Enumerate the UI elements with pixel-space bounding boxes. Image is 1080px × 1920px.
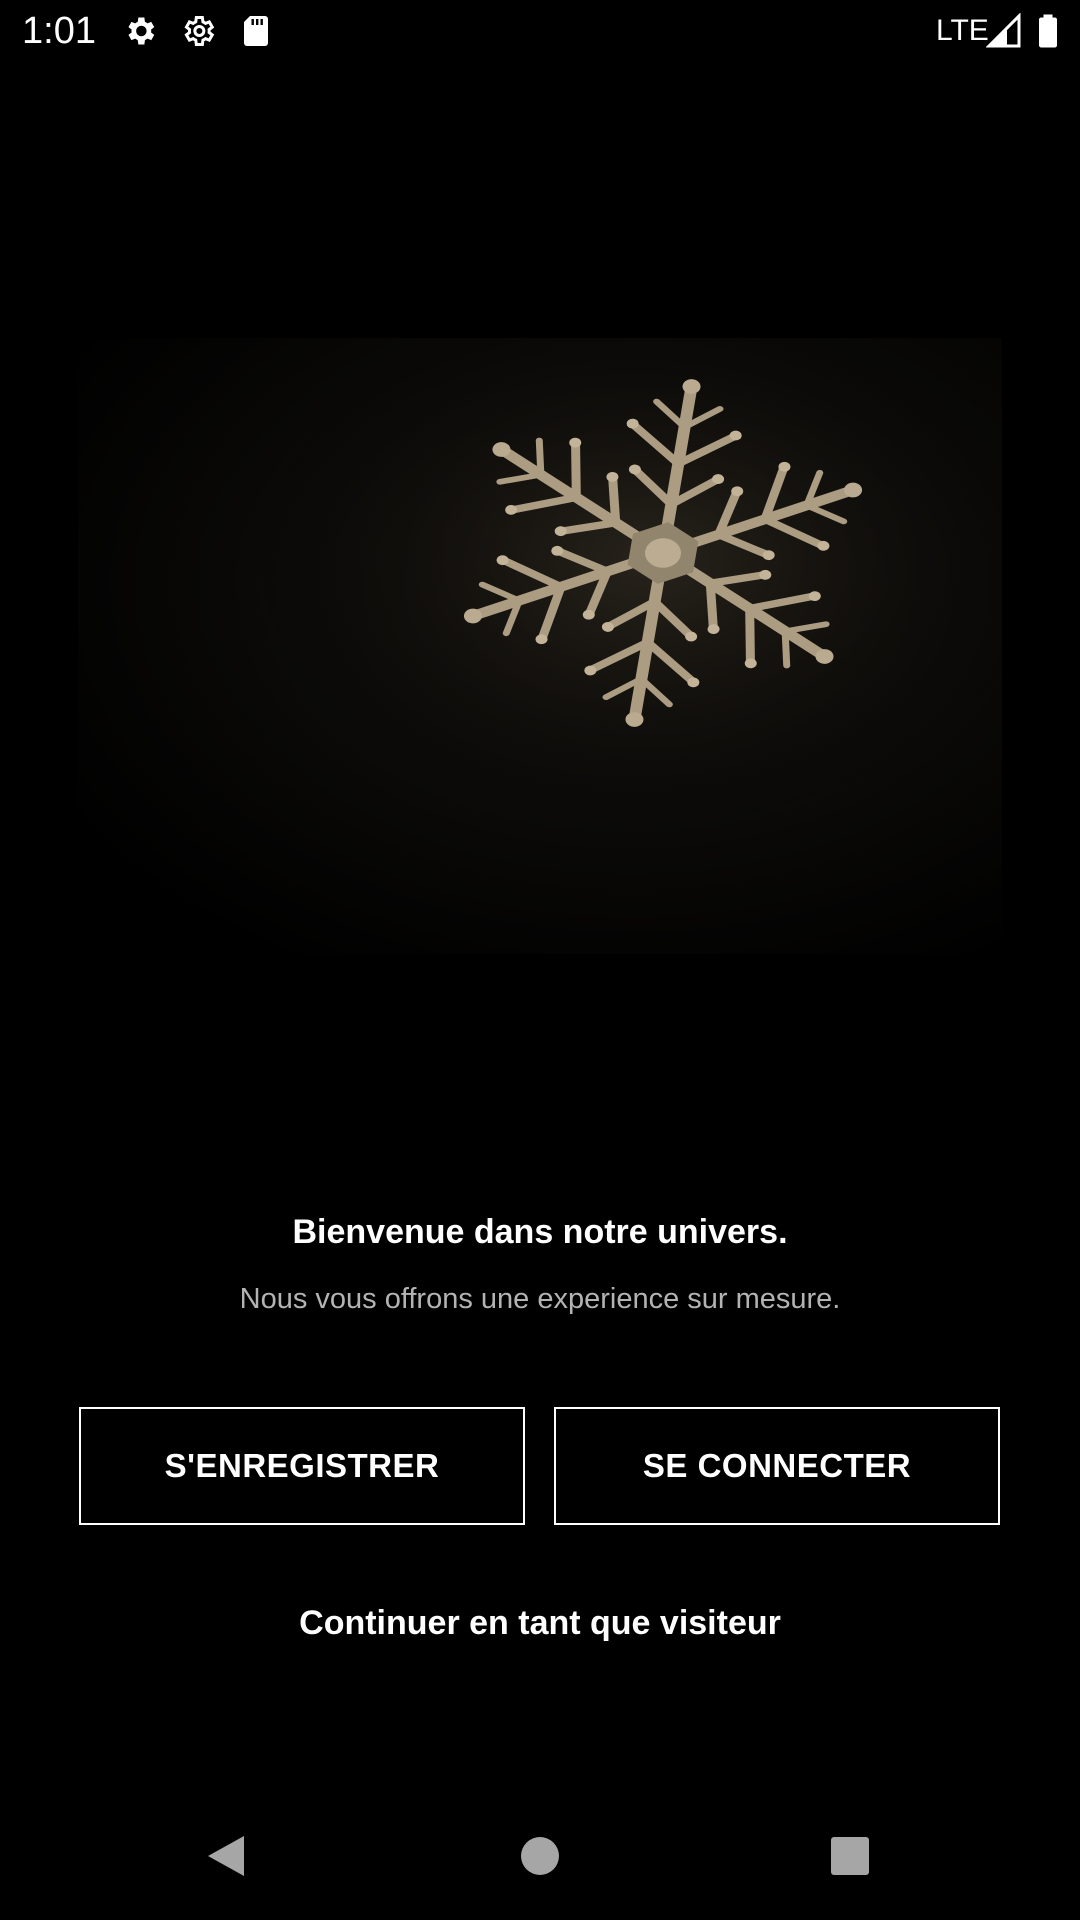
status-time: 1:01 xyxy=(22,10,96,52)
home-icon[interactable] xyxy=(510,1826,570,1886)
welcome-title: Bienvenue dans notre univers. xyxy=(292,1213,788,1251)
network-type: LTE xyxy=(936,14,989,47)
hero-snowflake-image xyxy=(78,338,1002,954)
navigation-bar xyxy=(0,1794,1080,1920)
register-button[interactable]: S'ENREGISTRER xyxy=(79,1407,525,1525)
status-bar: 1:01 LTE xyxy=(0,0,1080,63)
welcome-subtitle: Nous vous offrons une experience sur mes… xyxy=(239,1283,841,1315)
back-icon[interactable] xyxy=(196,1826,256,1886)
recents-icon[interactable] xyxy=(820,1826,880,1886)
login-button[interactable]: SE CONNECTER xyxy=(554,1407,1000,1525)
sd-card-icon xyxy=(238,13,274,49)
gear-outline-icon xyxy=(180,13,216,49)
continue-as-guest-link[interactable]: Continuer en tant que visiteur xyxy=(0,1601,1080,1645)
signal-icon xyxy=(986,13,1022,49)
battery-icon xyxy=(1030,13,1066,49)
gear-icon xyxy=(122,13,158,49)
